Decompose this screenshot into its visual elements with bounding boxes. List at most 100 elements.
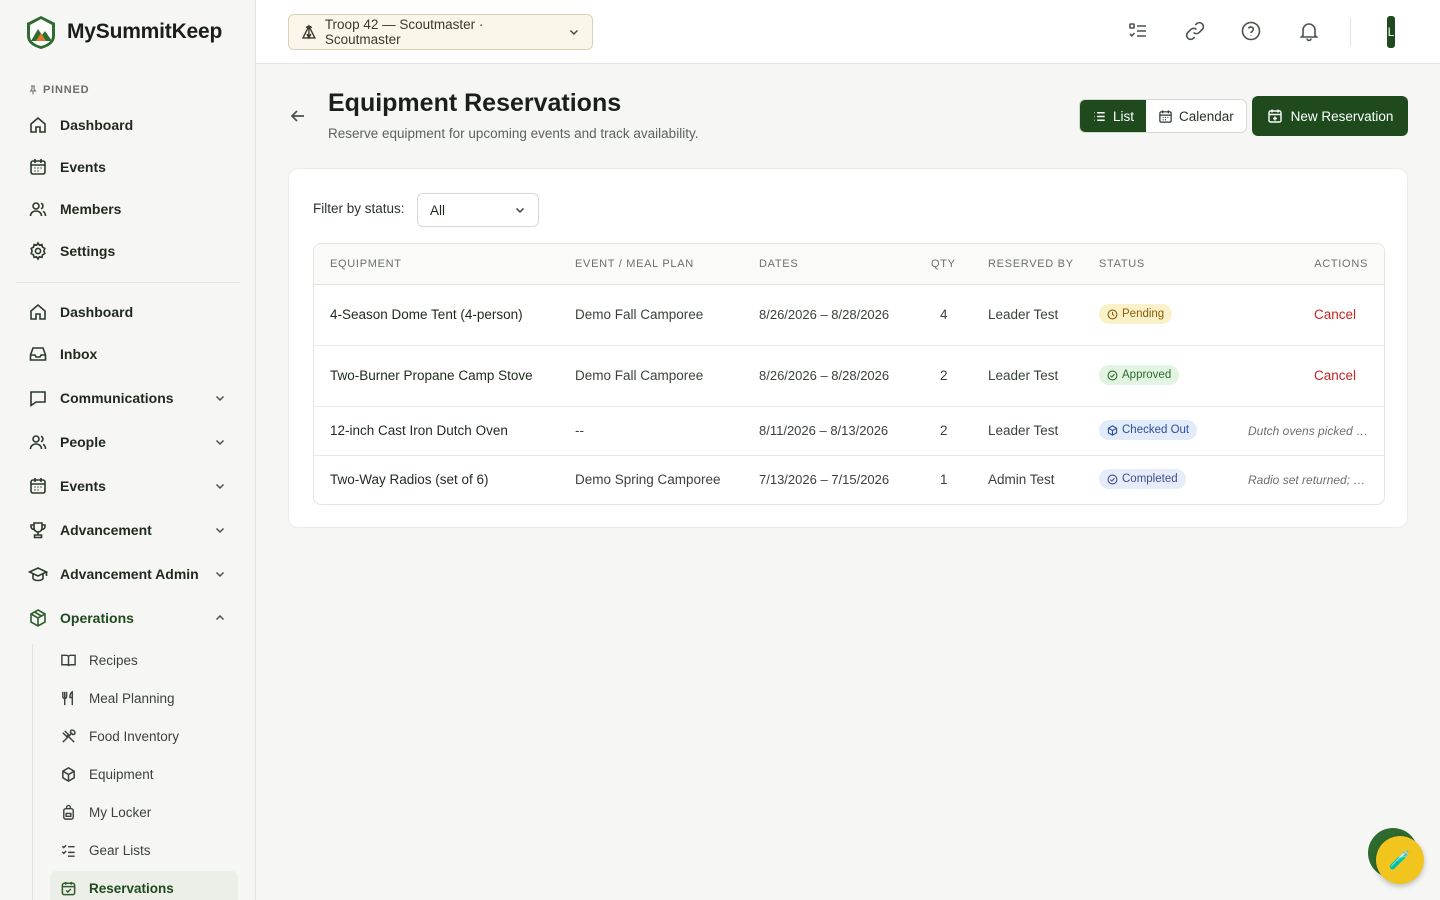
calendar-view-button[interactable]: Calendar bbox=[1146, 100, 1246, 132]
sidebar: MySummitKeep PINNED Dashboard Events Mem… bbox=[0, 0, 256, 900]
app-name: MySummitKeep bbox=[67, 20, 223, 43]
calendar-plus-icon bbox=[1267, 109, 1282, 123]
test-tube-icon: 🧪 bbox=[1388, 849, 1412, 870]
col-qty: QTY bbox=[931, 258, 956, 270]
cancel-link[interactable]: Cancel bbox=[1314, 307, 1356, 322]
chevron-down-icon bbox=[515, 207, 525, 214]
sidebar-subitem-equipment[interactable]: Equipment bbox=[50, 757, 238, 791]
cell-equipment: 4-Season Dome Tent (4-person) bbox=[330, 307, 523, 322]
reservations-table: EQUIPMENT EVENT / MEAL PLAN DATES QTY RE… bbox=[313, 243, 1385, 505]
cutlery-cross-icon bbox=[62, 728, 76, 743]
calendar-icon bbox=[30, 159, 46, 175]
col-equipment: EQUIPMENT bbox=[330, 258, 402, 270]
pinned-item-settings[interactable]: Settings bbox=[16, 233, 240, 269]
col-event: EVENT / MEAL PLAN bbox=[575, 258, 694, 270]
view-toggle: List Calendar bbox=[1079, 99, 1247, 133]
cell-equipment: 12-inch Cast Iron Dutch Oven bbox=[330, 423, 508, 438]
sidebar-item-communications[interactable]: Communications bbox=[16, 380, 240, 416]
sidebar-item-people[interactable]: People bbox=[16, 424, 240, 460]
check-circle-icon bbox=[1107, 474, 1118, 484]
top-bar: Troop 42 — Scoutmaster · Scoutmaster L bbox=[256, 0, 1440, 64]
pin-icon bbox=[29, 85, 37, 95]
app-logo[interactable]: MySummitKeep bbox=[24, 14, 222, 50]
mountain-logo-icon bbox=[27, 16, 55, 49]
status-badge-pending: Pending bbox=[1099, 304, 1173, 324]
back-arrow-icon[interactable] bbox=[288, 106, 308, 126]
status-filter-select[interactable]: All bbox=[417, 193, 539, 227]
checklist-icon bbox=[61, 844, 75, 857]
sidebar-subitem-meal-planning[interactable]: Meal Planning bbox=[50, 681, 238, 715]
list-icon bbox=[1094, 111, 1105, 121]
status-badge-completed: Completed bbox=[1099, 469, 1186, 489]
tent-icon bbox=[301, 24, 316, 40]
chevron-down-icon bbox=[215, 483, 225, 490]
sidebar-subitem-food-inventory[interactable]: Food Inventory bbox=[50, 719, 238, 753]
backpack-icon bbox=[63, 804, 74, 820]
sidebar-subitem-reservations[interactable]: Reservations bbox=[50, 871, 238, 900]
pinned-item-events[interactable]: Events bbox=[16, 149, 240, 185]
cell-event: Demo Fall Camporee bbox=[575, 307, 704, 322]
topbar-separator bbox=[1350, 18, 1351, 46]
table-row: 4-Season Dome Tent (4-person) Demo Fall … bbox=[314, 285, 1384, 346]
cell-qty: 1 bbox=[940, 472, 948, 487]
table-row: Two-Burner Propane Camp Stove Demo Fall … bbox=[314, 346, 1384, 407]
cell-event: -- bbox=[575, 423, 584, 438]
package-icon bbox=[1107, 424, 1118, 436]
col-reserved-by: RESERVED BY bbox=[988, 258, 1074, 270]
chevron-down-icon bbox=[215, 527, 225, 534]
user-avatar[interactable]: L bbox=[1387, 16, 1395, 48]
calendar-icon bbox=[1159, 109, 1172, 123]
table-row: 12-inch Cast Iron Dutch Oven -- 8/11/202… bbox=[314, 407, 1384, 456]
link-icon[interactable] bbox=[1184, 20, 1206, 42]
calendar-icon bbox=[30, 478, 46, 494]
cell-event: Demo Fall Camporee bbox=[575, 368, 704, 383]
sidebar-item-inbox[interactable]: Inbox bbox=[16, 336, 240, 372]
box-icon bbox=[30, 609, 46, 627]
sidebar-item-advancement-admin[interactable]: Advancement Admin bbox=[16, 556, 240, 592]
table-row: Two-Way Radios (set of 6) Demo Spring Ca… bbox=[314, 456, 1384, 504]
cell-event: Demo Spring Camporee bbox=[575, 472, 721, 487]
chevron-down-icon bbox=[570, 29, 579, 36]
cell-dates: 8/26/2026 – 8/28/2026 bbox=[759, 368, 890, 383]
trophy-icon bbox=[30, 522, 46, 539]
cancel-link[interactable]: Cancel bbox=[1314, 368, 1356, 383]
cell-reserved-by: Leader Test bbox=[988, 423, 1059, 438]
sidebar-item-advancement[interactable]: Advancement bbox=[16, 512, 240, 548]
sidebar-item-events[interactable]: Events bbox=[16, 468, 240, 504]
sidebar-item-dashboard[interactable]: Dashboard bbox=[16, 294, 240, 330]
bell-icon[interactable] bbox=[1298, 20, 1320, 42]
cell-reserved-by: Admin Test bbox=[988, 472, 1055, 487]
cell-qty: 4 bbox=[940, 307, 948, 322]
cell-qty: 2 bbox=[940, 423, 948, 438]
troop-selector[interactable]: Troop 42 — Scoutmaster · Scoutmaster bbox=[288, 14, 593, 50]
col-actions: ACTIONS bbox=[1314, 258, 1368, 270]
cell-equipment: Two-Burner Propane Camp Stove bbox=[330, 368, 533, 383]
pinned-item-members[interactable]: Members bbox=[16, 191, 240, 227]
sidebar-subitem-gear-lists[interactable]: Gear Lists bbox=[50, 833, 238, 867]
reservation-note: Dutch ovens picked u... bbox=[1248, 424, 1372, 438]
sidebar-subitem-my-locker[interactable]: My Locker bbox=[50, 795, 238, 829]
book-icon bbox=[61, 654, 76, 666]
pinned-section-label: PINNED bbox=[28, 84, 89, 96]
checklist-icon[interactable] bbox=[1127, 20, 1149, 42]
cell-dates: 7/13/2026 – 7/15/2026 bbox=[759, 472, 890, 487]
col-dates: DATES bbox=[759, 258, 799, 270]
users-icon bbox=[29, 202, 47, 217]
cell-dates: 8/11/2026 – 8/13/2026 bbox=[759, 423, 889, 438]
sidebar-item-operations[interactable]: Operations bbox=[16, 600, 240, 636]
help-icon[interactable] bbox=[1240, 20, 1262, 42]
pinned-item-dashboard[interactable]: Dashboard bbox=[16, 107, 240, 143]
gear-icon bbox=[30, 241, 46, 261]
graduation-cap-icon bbox=[28, 567, 48, 582]
new-reservation-button[interactable]: New Reservation bbox=[1252, 96, 1408, 136]
floating-test-button[interactable]: 🧪 bbox=[1376, 836, 1424, 884]
cell-reserved-by: Leader Test bbox=[988, 307, 1059, 322]
list-view-button[interactable]: List bbox=[1080, 100, 1147, 132]
users-icon bbox=[29, 435, 47, 450]
cell-dates: 8/26/2026 – 8/28/2026 bbox=[759, 307, 890, 322]
page-subtitle: Reserve equipment for upcoming events an… bbox=[328, 126, 699, 141]
sidebar-subitem-recipes[interactable]: Recipes bbox=[50, 643, 238, 677]
cell-equipment: Two-Way Radios (set of 6) bbox=[330, 472, 489, 487]
cell-reserved-by: Leader Test bbox=[988, 368, 1059, 383]
chevron-down-icon bbox=[215, 571, 225, 578]
